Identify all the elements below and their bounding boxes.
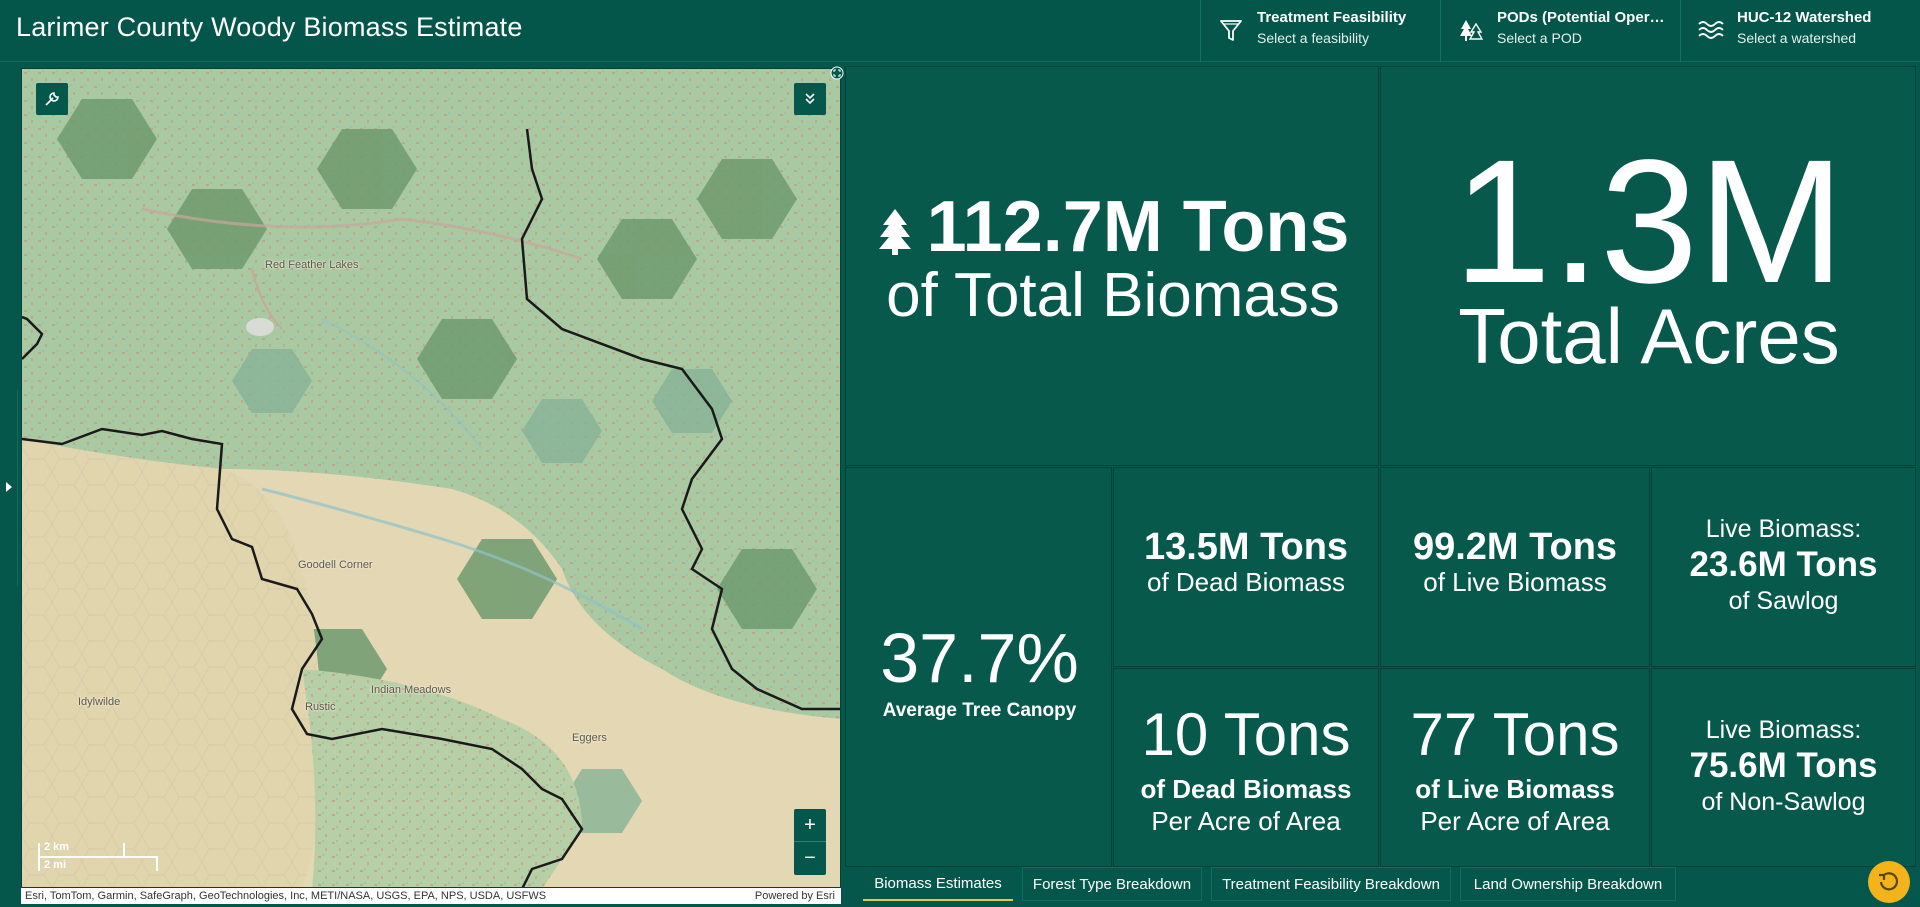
water-waves-icon bbox=[1698, 21, 1724, 39]
place-label: Eggers bbox=[572, 732, 607, 744]
double-chevron-down-icon bbox=[805, 93, 815, 105]
kpi-label: of Total Biomass bbox=[886, 261, 1340, 330]
pods-selector[interactable]: PODs (Potential Operat... Select a POD bbox=[1440, 0, 1680, 62]
kpi-total-acres: 1.3M Total Acres bbox=[1380, 66, 1916, 466]
kpi-prefix: Live Biomass: bbox=[1705, 515, 1862, 543]
refresh-button[interactable] bbox=[1868, 861, 1910, 903]
expand-icon[interactable] bbox=[830, 66, 844, 80]
kpi-label: of Non-Sawlog bbox=[1701, 788, 1866, 816]
kpi-label: of Dead Biomass bbox=[1147, 567, 1345, 597]
tab-forest-type-breakdown[interactable]: Forest Type Breakdown bbox=[1022, 867, 1202, 901]
kpi-average-tree-canopy: 37.7% Average Tree Canopy bbox=[845, 467, 1112, 867]
tab-bar: Biomass Estimates Forest Type Breakdown … bbox=[845, 867, 1920, 907]
kpi-value: 75.6M Tons bbox=[1689, 746, 1878, 785]
tree-icon bbox=[878, 209, 911, 255]
kpi-label: of Live Biomass bbox=[1423, 567, 1607, 597]
place-label: Goodell Corner bbox=[298, 559, 373, 571]
kpi-live-per-acre: 77 Tons of Live Biomass Per Acre of Area bbox=[1380, 668, 1650, 867]
kpi-value: 13.5M Tons bbox=[1143, 526, 1349, 568]
place-label: Idylwilde bbox=[78, 696, 121, 708]
place-label: Red Feather Lakes bbox=[265, 259, 359, 271]
kpi-sawlog: Live Biomass: 23.6M Tons of Sawlog bbox=[1651, 467, 1916, 667]
kpi-sublabel: Per Acre of Area bbox=[1420, 806, 1610, 836]
selector-subtitle: Select a POD bbox=[1497, 30, 1582, 46]
dashboard: Larimer County Woody Biomass Estimate Tr… bbox=[0, 0, 1920, 907]
kpi-sublabel: Per Acre of Area bbox=[1151, 806, 1341, 836]
funnel-icon bbox=[1220, 20, 1242, 41]
kpi-value: 10 Tons bbox=[1141, 701, 1351, 768]
kpi-value: 37.7% bbox=[880, 619, 1079, 697]
map-view[interactable]: Red Feather Lakes Goodell Corner Indian … bbox=[21, 68, 841, 888]
wrench-icon bbox=[45, 92, 59, 106]
side-panel-toggle[interactable] bbox=[0, 390, 18, 586]
kpi-dead-per-acre: 10 Tons of Dead Biomass Per Acre of Area bbox=[1113, 668, 1379, 867]
kpi-label: Average Tree Canopy bbox=[882, 700, 1077, 721]
header: Larimer County Woody Biomass Estimate Tr… bbox=[0, 0, 1920, 62]
zoom-out-button[interactable]: − bbox=[794, 842, 826, 875]
kpi-value: 1.3M bbox=[1453, 124, 1845, 320]
powered-by-esri-link[interactable]: Powered by Esri bbox=[755, 888, 835, 904]
kpi-label: of Sawlog bbox=[1728, 587, 1839, 615]
kpi-label: of Live Biomass bbox=[1415, 774, 1615, 804]
caret-right-icon bbox=[6, 482, 12, 492]
attribution-text: Esri, TomTom, Garmin, SafeGraph, GeoTech… bbox=[25, 890, 547, 902]
kpi-prefix: Live Biomass: bbox=[1705, 716, 1862, 744]
selector-title: PODs (Potential Operat... bbox=[1497, 9, 1672, 26]
tab-biomass-estimates[interactable]: Biomass Estimates bbox=[863, 867, 1013, 901]
kpi-label: Total Acres bbox=[1458, 292, 1840, 380]
kpi-value: 23.6M Tons bbox=[1689, 545, 1878, 584]
scale-bar: 2 km 2 mi bbox=[38, 839, 158, 875]
kpi-value: 99.2M Tons bbox=[1412, 526, 1618, 568]
zoom-controls: + − bbox=[794, 809, 826, 875]
place-label: Rustic bbox=[305, 701, 336, 713]
scale-km-label: 2 km bbox=[44, 841, 70, 853]
huc12-watershed-selector[interactable]: HUC-12 Watershed Select a watershed bbox=[1680, 0, 1920, 62]
place-label: Indian Meadows bbox=[371, 684, 452, 696]
kpi-total-biomass: 112.7M Tons of Total Biomass bbox=[845, 66, 1379, 466]
scale-mi-label: 2 mi bbox=[44, 859, 67, 871]
treatment-feasibility-selector[interactable]: Treatment Feasibility Select a feasibili… bbox=[1200, 0, 1440, 62]
selector-title: HUC-12 Watershed bbox=[1737, 9, 1872, 26]
kpi-non-sawlog: Live Biomass: 75.6M Tons of Non-Sawlog bbox=[1651, 668, 1916, 867]
map-terrain bbox=[22, 69, 840, 887]
selector-title: Treatment Feasibility bbox=[1257, 9, 1407, 26]
kpi-label: of Dead Biomass bbox=[1140, 774, 1352, 804]
refresh-icon bbox=[1879, 872, 1899, 891]
zoom-in-button[interactable]: + bbox=[794, 809, 826, 842]
app-title: Larimer County Woody Biomass Estimate bbox=[16, 12, 523, 42]
kpi-value: 77 Tons bbox=[1410, 701, 1620, 768]
tab-land-ownership-breakdown[interactable]: Land Ownership Breakdown bbox=[1460, 867, 1676, 901]
tab-treatment-feasibility-breakdown[interactable]: Treatment Feasibility Breakdown bbox=[1211, 867, 1451, 901]
kpi-dead-biomass: 13.5M Tons of Dead Biomass bbox=[1113, 467, 1379, 667]
fire-trees-icon bbox=[1460, 20, 1484, 41]
map-collapse-button[interactable] bbox=[794, 83, 826, 115]
kpi-value: 112.7M Tons bbox=[926, 187, 1350, 267]
kpi-live-biomass: 99.2M Tons of Live Biomass bbox=[1380, 467, 1650, 667]
selector-subtitle: Select a watershed bbox=[1737, 30, 1857, 46]
selector-subtitle: Select a feasibility bbox=[1257, 30, 1370, 46]
map-tools-button[interactable] bbox=[36, 83, 68, 115]
map-attribution: Esri, TomTom, Garmin, SafeGraph, GeoTech… bbox=[21, 888, 841, 904]
